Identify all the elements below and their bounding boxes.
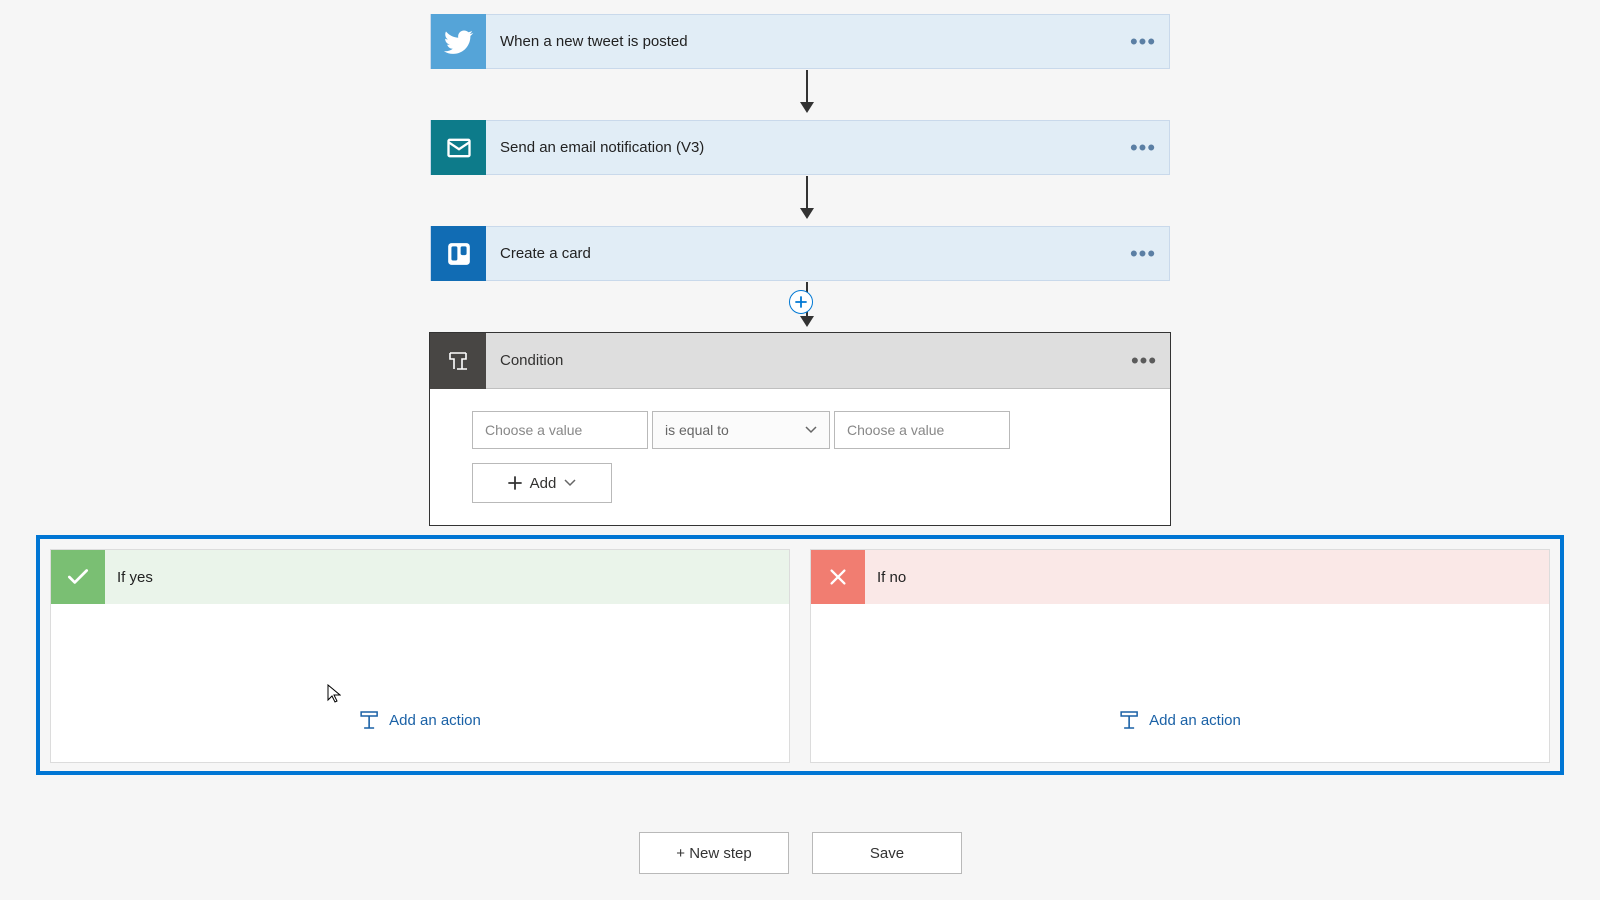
condition-add-label: Add [530, 475, 557, 492]
save-button[interactable]: Save [812, 832, 962, 874]
plus-icon [508, 476, 522, 490]
add-action-icon [1119, 710, 1139, 730]
trello-icon [431, 226, 486, 281]
step-create-card[interactable]: Create a card ••• [430, 226, 1170, 281]
branches-frame: If yes Add an action If no [36, 535, 1564, 775]
check-icon [51, 550, 105, 604]
step-trello-menu-icon[interactable]: ••• [1123, 234, 1163, 274]
twitter-icon [431, 14, 486, 69]
close-icon [811, 550, 865, 604]
condition-operator-label: is equal to [665, 422, 729, 438]
branch-yes-add-action-label: Add an action [389, 712, 481, 729]
branch-no-header[interactable]: If no [811, 550, 1549, 604]
condition-icon [430, 333, 486, 389]
branch-yes: If yes Add an action [50, 549, 790, 763]
condition-operator-select[interactable]: is equal to [652, 411, 830, 449]
flow-arrow-1 [800, 70, 814, 113]
step-twitter-trigger[interactable]: When a new tweet is posted ••• [430, 14, 1170, 69]
condition-title: Condition [500, 352, 1124, 369]
save-label: Save [870, 845, 904, 862]
step-email-menu-icon[interactable]: ••• [1123, 128, 1163, 168]
condition-value-right[interactable] [834, 411, 1010, 449]
branch-yes-header[interactable]: If yes [51, 550, 789, 604]
branch-no-add-action-label: Add an action [1149, 712, 1241, 729]
condition-menu-icon[interactable]: ••• [1124, 341, 1164, 381]
step-email-notification[interactable]: Send an email notification (V3) ••• [430, 120, 1170, 175]
condition-header[interactable]: Condition ••• [430, 333, 1170, 389]
branch-yes-add-action[interactable]: Add an action [359, 710, 481, 730]
branch-no-title: If no [877, 569, 906, 586]
new-step-button[interactable]: + New step [639, 832, 789, 874]
cursor-pointer-icon [327, 684, 341, 704]
branch-no: If no Add an action [810, 549, 1550, 763]
insert-step-button[interactable] [789, 290, 813, 314]
chevron-down-icon [564, 479, 576, 487]
add-action-icon [359, 710, 379, 730]
condition-panel: Condition ••• is equal to Add [429, 332, 1171, 526]
branch-yes-title: If yes [117, 569, 153, 586]
email-icon [431, 120, 486, 175]
chevron-down-icon [805, 426, 817, 434]
branch-no-add-action[interactable]: Add an action [1119, 710, 1241, 730]
step-twitter-title: When a new tweet is posted [500, 33, 1123, 50]
flow-arrow-2 [800, 176, 814, 219]
step-trello-title: Create a card [500, 245, 1123, 262]
step-twitter-menu-icon[interactable]: ••• [1123, 22, 1163, 62]
step-email-title: Send an email notification (V3) [500, 139, 1123, 156]
new-step-label: + New step [676, 845, 751, 862]
condition-value-left[interactable] [472, 411, 648, 449]
condition-add-button[interactable]: Add [472, 463, 612, 503]
